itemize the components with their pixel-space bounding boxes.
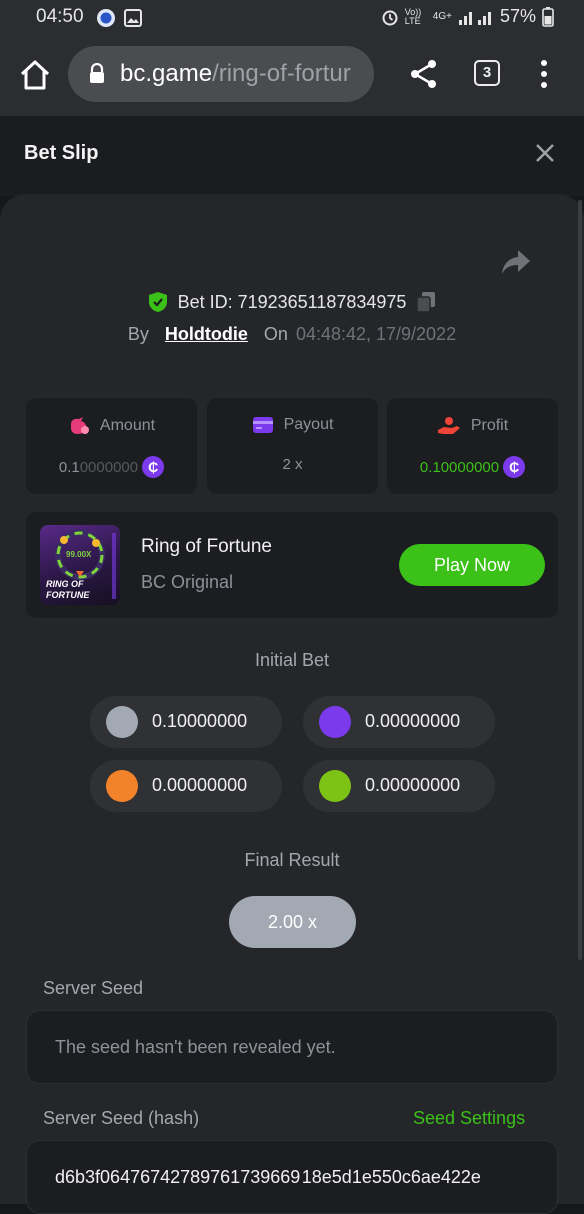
network-type-label: 4G+ xyxy=(432,11,452,22)
username-link[interactable]: Holdtodie xyxy=(165,324,248,345)
server-seed-label: Server Seed xyxy=(43,978,144,998)
bet-value: 0.10000000 xyxy=(152,711,248,731)
initial-bet-orange: 0.00000000 xyxy=(90,760,282,812)
thumb-title-2: FORTUNE xyxy=(46,590,90,600)
game-card: 99.00X RING OF FORTUNE Ring of Fortune B… xyxy=(26,512,558,618)
copy-icon[interactable] xyxy=(416,291,436,313)
share-forward-icon[interactable] xyxy=(500,248,532,276)
status-right: Vo)) LTE 4G+ 57% xyxy=(381,6,554,27)
initial-bet-green: 0.00000000 xyxy=(303,760,495,812)
app-notification-icon xyxy=(97,9,115,27)
bet-slip-header: Bet Slip xyxy=(0,116,584,196)
browser-toolbar: bc.game/ring-of-fortur 3 xyxy=(0,36,584,116)
share-icon[interactable] xyxy=(408,58,440,90)
server-seed-hash-value: d6b3f06476742789761739669 18e5d1e550c6ae… xyxy=(55,1167,481,1187)
play-now-button[interactable]: Play Now xyxy=(399,544,545,586)
profit-value: 0.10000000 xyxy=(419,458,500,476)
bet-id-row: Bet ID: 71923651187834975 xyxy=(0,288,584,316)
game-thumbnail[interactable]: 99.00X RING OF FORTUNE xyxy=(40,525,120,605)
hand-coin-icon xyxy=(437,417,460,434)
shield-check-icon xyxy=(148,292,167,312)
payout-stat: Payout 2 x xyxy=(207,398,378,494)
amount-stat: Amount 0.10000000 ₵ xyxy=(26,398,197,494)
coin-icon: ₵ xyxy=(503,456,526,478)
card-icon xyxy=(252,417,273,433)
amount-value: 0.10000000 xyxy=(58,458,139,476)
server-seed-field: The seed hasn't been revealed yet. xyxy=(26,1010,558,1084)
server-seed-hash-label: Server Seed (hash) xyxy=(43,1108,200,1128)
notification-icons xyxy=(96,8,142,28)
bet-meta-row: By Holdtodie On 04:48:42, 17/9/2022 xyxy=(0,324,584,345)
home-icon[interactable] xyxy=(18,58,52,92)
initial-bet-purple: 0.00000000 xyxy=(303,696,495,748)
seed-settings-link[interactable]: Seed Settings xyxy=(413,1108,525,1129)
payout-label: Payout xyxy=(283,416,334,433)
money-bag-icon xyxy=(70,417,89,434)
grey-dot-icon xyxy=(106,706,138,738)
alarm-icon xyxy=(382,10,398,25)
status-time: 04:50 xyxy=(36,6,84,27)
image-icon xyxy=(124,9,142,27)
bet-value: 0.00000000 xyxy=(365,711,461,731)
tab-switcher-button[interactable]: 3 xyxy=(474,60,500,86)
bet-value: 0.00000000 xyxy=(365,775,461,795)
url-text: bc.game/ring-of-fortur xyxy=(120,60,351,88)
initial-bet-grey: 0.10000000 xyxy=(90,696,282,748)
battery-icon xyxy=(542,6,554,27)
initial-bet-label: Initial Bet xyxy=(254,650,330,670)
status-bar: 04:50 Vo)) LTE 4G+ 57% xyxy=(0,0,584,36)
profit-label: Profit xyxy=(470,417,509,434)
thumb-title-1: RING OF xyxy=(46,579,84,589)
amount-label: Amount xyxy=(99,417,156,434)
server-seed-value: The seed hasn't been revealed yet. xyxy=(55,1037,336,1057)
url-path: /ring-of-fortur xyxy=(212,60,351,87)
lock-icon xyxy=(90,63,104,83)
bet-value: 0.00000000 xyxy=(152,775,248,795)
url-host: bc.game xyxy=(120,60,213,87)
final-result-badge: 2.00 x xyxy=(229,896,356,948)
more-menu-icon[interactable] xyxy=(536,58,552,90)
signal-icon xyxy=(458,11,491,25)
volte-label: Vo)) LTE xyxy=(404,6,422,26)
orange-dot-icon xyxy=(106,770,138,802)
green-dot-icon xyxy=(319,770,351,802)
close-icon[interactable] xyxy=(534,142,556,164)
bet-id: Bet ID: 71923651187834975 xyxy=(177,291,407,312)
page-title: Bet Slip xyxy=(24,142,99,164)
server-seed-hash-field[interactable]: d6b3f06476742789761739669 18e5d1e550c6ae… xyxy=(26,1140,558,1214)
thumb-multiplier: 99.00X xyxy=(66,550,92,559)
game-provider: BC Original xyxy=(141,572,234,592)
by-label: By xyxy=(127,324,149,344)
address-bar[interactable]: bc.game/ring-of-fortur xyxy=(68,46,374,102)
battery-percent: 57% xyxy=(499,6,536,26)
on-label: On xyxy=(263,324,288,344)
final-result-label: Final Result xyxy=(244,850,340,870)
game-name[interactable]: Ring of Fortune xyxy=(141,536,272,558)
purple-dot-icon xyxy=(319,706,351,738)
profit-stat: Profit 0.10000000 ₵ xyxy=(387,398,558,494)
bet-datetime: 04:48:42, 17/9/2022 xyxy=(295,324,457,344)
coin-icon: ₵ xyxy=(142,456,165,478)
payout-value: 2 x xyxy=(282,456,303,473)
